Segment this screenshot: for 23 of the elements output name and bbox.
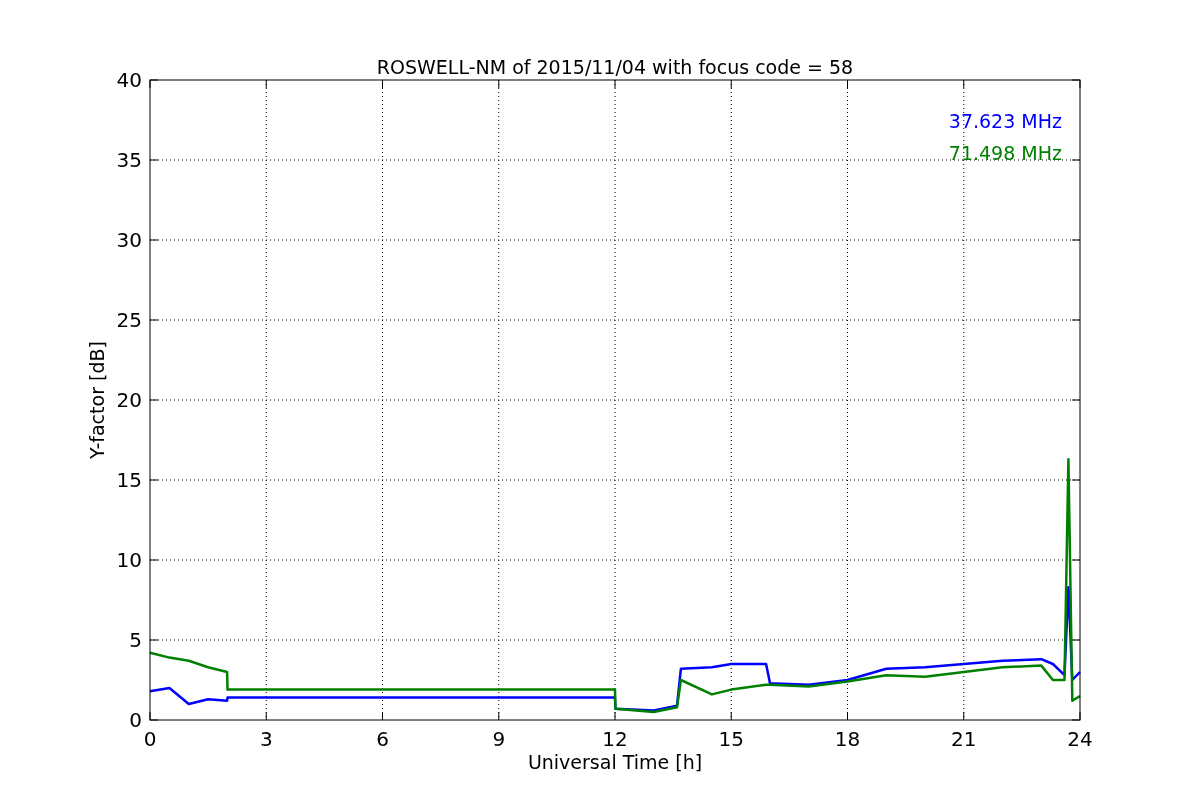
y-tick-label: 30 <box>116 228 142 252</box>
y-tick-label: 25 <box>116 308 142 332</box>
y-tick-label: 0 <box>129 708 142 732</box>
y-tick-label: 10 <box>116 548 142 572</box>
legend-label: 71.498 MHz <box>948 142 1062 164</box>
x-tick-label: 3 <box>259 727 273 751</box>
y-tick-label: 15 <box>116 468 142 492</box>
x-tick-label: 24 <box>1067 727 1093 751</box>
y-tick-label: 40 <box>116 68 142 92</box>
x-tick-label: 0 <box>143 727 157 751</box>
x-tick-label: 15 <box>718 727 744 751</box>
x-tick-label: 12 <box>602 727 628 751</box>
x-tick-label: 9 <box>492 727 506 751</box>
x-tick-label: 6 <box>376 727 389 751</box>
x-tick-label: 18 <box>834 727 861 751</box>
x-axis-label: Universal Time [h] <box>527 751 703 773</box>
x-tick-label: 21 <box>951 727 977 751</box>
chart-title: ROSWELL-NM of 2015/11/04 with focus code = 58 <box>376 56 854 78</box>
y-tick-label: 5 <box>129 628 142 652</box>
y-tick-label: 35 <box>116 148 142 172</box>
y-axis-label: Y-factor [dB] <box>86 341 108 459</box>
legend-label: 37.623 MHz <box>948 110 1062 132</box>
y-tick-label: 20 <box>116 388 142 412</box>
